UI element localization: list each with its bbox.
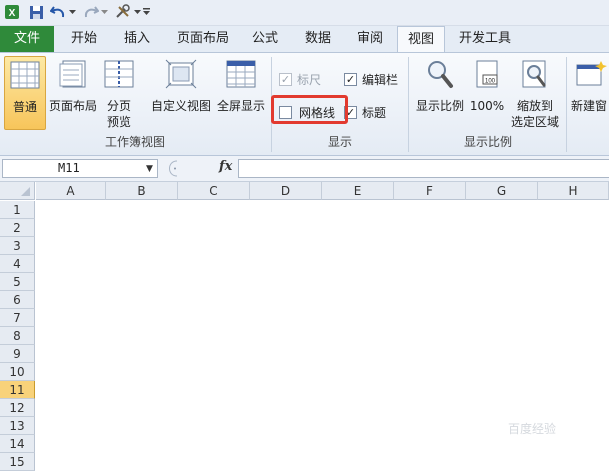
tab-file[interactable]: 文件: [0, 26, 54, 52]
headings-label: 标题: [362, 105, 387, 120]
tab-page-layout[interactable]: 页面布局: [170, 26, 236, 52]
zoom-100-label: 100%: [469, 99, 505, 113]
custom-views-label: 自定义视图: [150, 99, 211, 113]
page-break-preview-icon: [103, 59, 135, 89]
tab-data[interactable]: 数据: [296, 26, 340, 52]
name-box[interactable]: M11: [2, 159, 158, 178]
column-header[interactable]: C: [178, 182, 250, 200]
select-all-corner[interactable]: [0, 182, 35, 200]
normal-view-label: 普通: [12, 100, 37, 114]
row-header[interactable]: 8: [0, 327, 35, 345]
new-window-icon: [575, 59, 607, 89]
undo-dropdown-icon[interactable]: [68, 3, 76, 21]
insert-function-icon[interactable]: fx: [219, 159, 232, 174]
custom-views-button[interactable]: 自定义视图: [150, 56, 212, 130]
full-screen-button[interactable]: 全屏显示: [214, 56, 268, 130]
ruler-label: 标尺: [297, 72, 322, 87]
row-header[interactable]: 3: [0, 237, 35, 255]
page-layout-view-button[interactable]: 页面布局: [48, 56, 98, 130]
custom-views-icon: [165, 59, 197, 89]
page-break-preview-button[interactable]: 分页 预览: [100, 56, 138, 130]
zoom-100-button[interactable]: 100 100%: [468, 56, 506, 130]
ribbon: 普通 页面布局 分页 预览 自定义视图 全屏显示 工作簿视图 ✓ 标尺 ✓ 编辑…: [0, 52, 609, 156]
zoom-selection-label-1: 缩放到: [516, 99, 553, 113]
page-break-preview-label-1: 分页: [106, 99, 131, 113]
column-header[interactable]: E: [322, 182, 394, 200]
ruler-check-mark: ✓: [279, 72, 292, 86]
row-header[interactable]: 9: [0, 345, 35, 363]
zoom-button[interactable]: 显示比例: [412, 56, 468, 130]
page-break-preview-label-2: 预览: [106, 115, 131, 129]
svg-text:X: X: [9, 8, 16, 19]
new-window-label: 新建窗: [570, 99, 607, 113]
row-header[interactable]: 12: [0, 399, 35, 417]
column-header[interactable]: G: [466, 182, 538, 200]
ruler-checkbox[interactable]: ✓ 标尺: [279, 71, 321, 87]
tab-review[interactable]: 审阅: [348, 26, 392, 52]
row-header[interactable]: 13: [0, 417, 35, 435]
save-icon[interactable]: [26, 3, 46, 21]
gridlines-highlight-box: [271, 95, 348, 124]
group-label-show: 显示: [327, 135, 352, 149]
excel-window: X 文件 开始 插入 页面布局 公式 数据 审阅 视图 开发工具 普通 页面布局…: [0, 0, 609, 475]
redo-icon[interactable]: [82, 3, 100, 21]
group-separator: [408, 57, 409, 152]
row-header[interactable]: 5: [0, 273, 35, 291]
undo-icon[interactable]: [48, 3, 68, 21]
row-header[interactable]: 2: [0, 219, 35, 237]
headings-checkbox[interactable]: ✓ 标题: [344, 104, 386, 120]
customize-icon[interactable]: [143, 3, 151, 21]
row-header[interactable]: 11: [0, 381, 35, 399]
zoom-label: 显示比例: [415, 99, 464, 113]
row-header[interactable]: 4: [0, 255, 35, 273]
tab-developer[interactable]: 开发工具: [452, 26, 518, 52]
group-label-workbook-views: 工作簿视图: [104, 135, 165, 149]
quick-access-toolbar: X: [0, 0, 609, 26]
zoom-to-selection-button[interactable]: 缩放到 选定区域: [508, 56, 562, 130]
tab-home[interactable]: 开始: [62, 26, 106, 52]
normal-view-button[interactable]: 普通: [4, 56, 46, 130]
column-header[interactable]: H: [538, 182, 609, 200]
normal-view-icon: [9, 60, 41, 90]
formula-bar-check-mark: ✓: [344, 72, 357, 86]
formula-input[interactable]: [238, 159, 609, 178]
row-header[interactable]: 6: [0, 291, 35, 309]
zoom-selection-icon: [519, 59, 551, 89]
group-label-zoom: 显示比例: [463, 135, 512, 149]
zoom-selection-label-2: 选定区域: [510, 115, 559, 129]
row-header[interactable]: 1: [0, 201, 35, 219]
tab-view[interactable]: 视图: [397, 26, 445, 53]
formula-bar: M11 ▼ fx: [0, 156, 609, 182]
row-header[interactable]: 15: [0, 453, 35, 471]
redo-dropdown-icon[interactable]: [100, 3, 108, 21]
watermark-text: 百度经验: [508, 422, 557, 436]
zoom-100-icon: 100: [471, 59, 503, 89]
page-layout-icon: [57, 59, 89, 89]
tab-insert[interactable]: 插入: [115, 26, 159, 52]
watermark: 百度经验: [508, 420, 598, 444]
tools-icon[interactable]: [113, 3, 133, 21]
page-layout-label: 页面布局: [48, 99, 97, 113]
svg-text:100: 100: [485, 79, 496, 85]
row-header[interactable]: 14: [0, 435, 35, 453]
name-box-dropdown-icon[interactable]: ▼: [146, 164, 153, 174]
column-header[interactable]: A: [36, 182, 106, 200]
magnifier-icon: [424, 59, 456, 89]
tab-formulas[interactable]: 公式: [243, 26, 287, 52]
new-window-button[interactable]: 新建窗: [569, 56, 609, 130]
formula-bar-checkbox[interactable]: ✓ 编辑栏: [344, 71, 398, 87]
full-screen-icon: [225, 59, 257, 89]
formula-bar-label: 编辑栏: [362, 72, 399, 87]
excel-logo-icon[interactable]: X: [2, 3, 22, 21]
group-separator: [566, 57, 567, 152]
full-screen-label: 全屏显示: [216, 99, 265, 113]
tools-dropdown-icon[interactable]: [133, 3, 141, 21]
row-header[interactable]: 7: [0, 309, 35, 327]
ribbon-tabs: 文件 开始 插入 页面布局 公式 数据 审阅 视图 开发工具: [0, 26, 609, 53]
column-header[interactable]: F: [394, 182, 466, 200]
column-header[interactable]: D: [250, 182, 322, 200]
row-header[interactable]: 10: [0, 363, 35, 381]
column-header[interactable]: B: [106, 182, 178, 200]
